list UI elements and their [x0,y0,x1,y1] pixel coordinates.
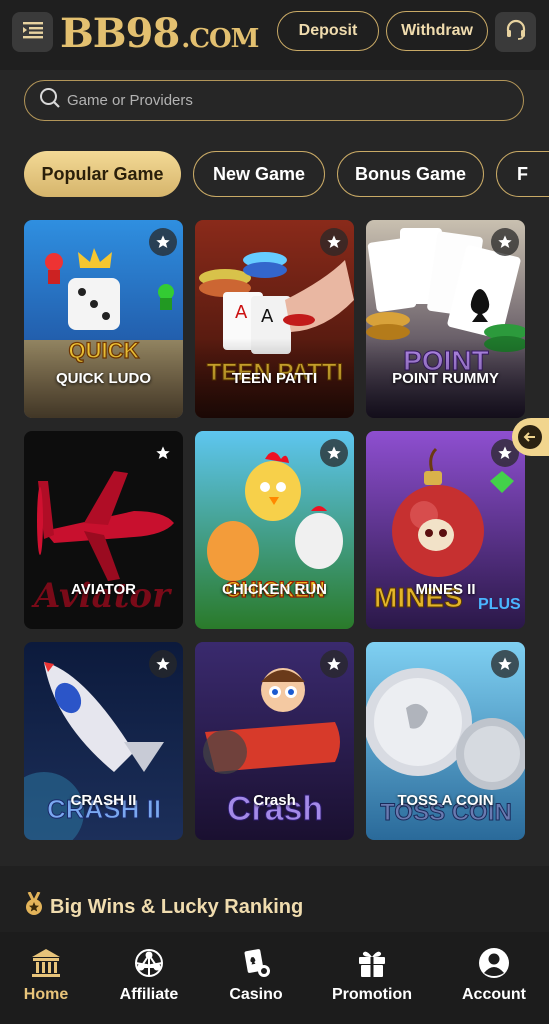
game-title: POINT RUMMY [392,370,499,387]
game-card[interactable]: MINES PLUS MINES II [366,431,525,629]
nav-casino[interactable]: Casino [206,946,306,1004]
search-icon [39,87,61,114]
game-title: CRASH II [70,792,137,809]
game-title: QUICK LUDO [56,370,151,387]
game-title: Crash [253,792,296,809]
game-card[interactable]: Crash Crash [195,642,354,840]
game-card[interactable]: QUICK QUICK LUDO [24,220,183,418]
user-icon [478,946,510,980]
game-title: TEEN PATTI [231,370,318,387]
favorite-star-icon[interactable] [149,228,177,256]
nav-label: Home [23,986,69,1003]
bottom-nav: Home Affiliate Casino Promotion Account [0,932,549,1024]
nav-affiliate[interactable]: Affiliate [99,946,199,1004]
side-panel-toggle[interactable] [512,418,549,456]
menu-icon [22,20,44,45]
logo-suffix: .COM [181,24,259,54]
favorite-star-icon[interactable] [320,650,348,678]
tab-more[interactable]: F [496,151,549,197]
nav-label: Affiliate [119,986,179,1003]
game-card[interactable]: CRASH II CRASH II [24,642,183,840]
logo-main: BB98 [60,10,180,57]
game-title: MINES II [415,581,476,598]
bank-icon [30,946,62,980]
game-title: CHICKEN RUN [222,581,327,598]
ranking-title: Big Wins & Lucky Ranking [50,895,304,918]
ranking-header: Big Wins & Lucky Ranking [24,891,304,922]
game-card[interactable]: POINT POINT RUMMY [366,220,525,418]
deposit-button[interactable]: Deposit [277,11,379,51]
game-card[interactable]: Aviator AVIATOR [24,431,183,629]
favorite-star-icon[interactable] [320,439,348,467]
withdraw-button[interactable]: Withdraw [386,11,488,51]
favorite-star-icon[interactable] [491,228,519,256]
medal-icon [24,891,44,922]
top-header: BB98 .COM Deposit Withdraw [0,0,549,70]
cards-icon [240,946,272,980]
support-button[interactable] [495,12,536,52]
gift-icon [356,946,388,980]
nav-promotion[interactable]: Promotion [322,946,422,1004]
tab-new-game[interactable]: New Game [193,151,325,197]
tab-bonus-game[interactable]: Bonus Game [337,151,484,197]
nav-label: Promotion [332,986,412,1003]
network-icon [133,946,165,980]
game-title: AVIATOR [70,581,136,598]
nav-home[interactable]: Home [0,946,96,1004]
search-input[interactable]: Game or Providers [67,92,193,109]
game-title: TOSS A COIN [397,792,494,809]
favorite-star-icon[interactable] [491,650,519,678]
nav-label: Account [462,986,526,1003]
game-card[interactable]: TOSS COIN TOSS A COIN [366,642,525,840]
brand-logo[interactable]: BB98 .COM [60,10,259,57]
favorite-star-icon[interactable] [149,439,177,467]
menu-button[interactable] [12,12,53,52]
favorite-star-icon[interactable] [320,228,348,256]
game-card[interactable]: CHICKEN CHICKEN RUN [195,431,354,629]
nav-account[interactable]: Account [444,946,544,1004]
arrow-left-icon [518,425,542,449]
favorite-star-icon[interactable] [149,650,177,678]
nav-label: Casino [229,986,283,1003]
headset-icon [504,18,528,47]
svg-text:A: A [261,306,274,327]
tab-popular-game[interactable]: Popular Game [24,151,181,197]
svg-text:PLUS: PLUS [478,596,521,613]
search-bar[interactable]: Game or Providers [24,80,524,121]
game-card[interactable]: A A TEEN PATTI TEEN PATTI [195,220,354,418]
category-tabs: Popular Game New Game Bonus Game F [0,151,549,198]
svg-text:A: A [235,302,248,323]
